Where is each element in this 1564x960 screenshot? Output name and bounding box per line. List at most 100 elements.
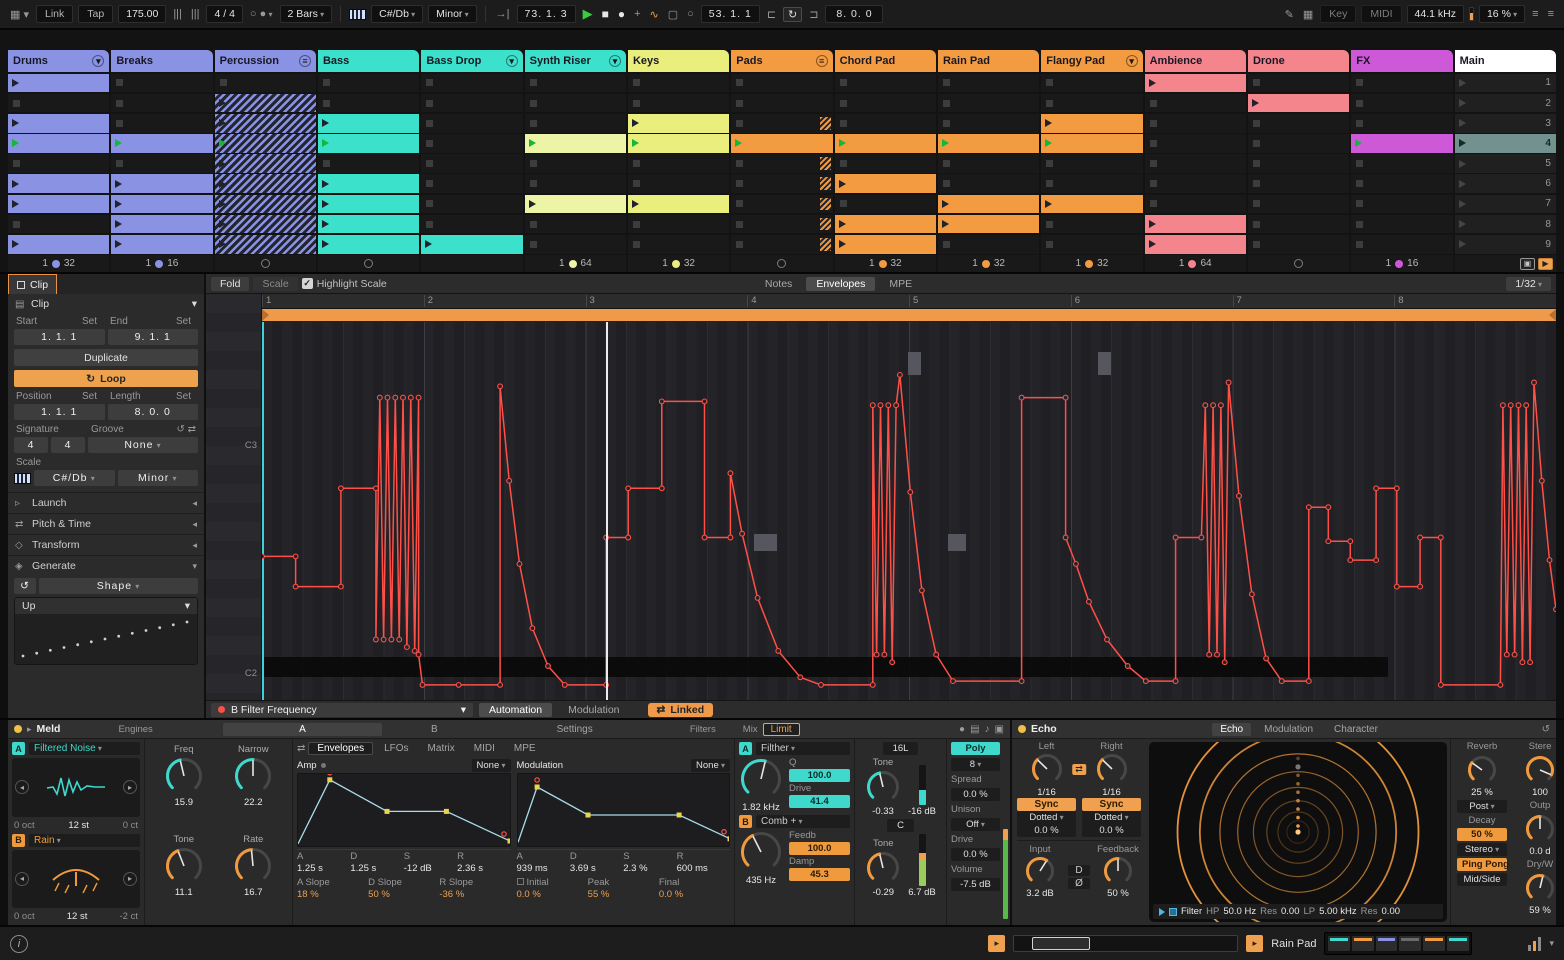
clip-play-icon[interactable] <box>12 240 19 249</box>
clip-slot[interactable] <box>111 194 213 214</box>
track-header[interactable]: Flangy Pad ▾ <box>1041 50 1143 72</box>
clip-stop-button[interactable] <box>529 160 537 168</box>
clip-slot[interactable] <box>1144 113 1246 133</box>
clip-slot[interactable] <box>214 73 316 93</box>
clip-stop-button[interactable] <box>736 119 744 127</box>
highlight-scale-checkbox[interactable]: ✓ <box>301 278 313 289</box>
clip-play-icon[interactable] <box>1251 99 1259 107</box>
device-chain-overview[interactable] <box>1324 932 1473 955</box>
clip-slot[interactable] <box>524 234 626 254</box>
tab-envelopes[interactable]: Envelopes <box>806 276 876 291</box>
clip-stop-button[interactable] <box>529 220 537 228</box>
midi-map-button[interactable]: MIDI <box>1361 5 1402 23</box>
clip-scale-root-select[interactable]: C#/Db <box>34 470 115 486</box>
clip-slot[interactable] <box>1247 113 1350 133</box>
track-header[interactable]: Drums ▾ <box>8 50 110 72</box>
clip-stop-button[interactable] <box>1356 119 1364 127</box>
clip-slot[interactable] <box>421 73 523 93</box>
device-thumbnail[interactable] <box>1352 936 1374 951</box>
stop-button[interactable]: ■ <box>600 7 611 21</box>
prev-engine-icon[interactable]: ◂ <box>15 871 29 886</box>
track-chevron-icon[interactable]: ▾ <box>505 55 518 67</box>
filter-b-freq-knob[interactable]: 435 Hz <box>739 830 783 886</box>
track-lines-icon[interactable]: ≡ <box>298 55 311 67</box>
device-scrollbar[interactable] <box>1013 935 1239 952</box>
tab-a[interactable]: A <box>222 722 383 736</box>
shape-tool-select[interactable]: Shape <box>39 578 198 594</box>
clip-stop-button[interactable] <box>1356 79 1364 87</box>
clip-slot[interactable] <box>524 134 626 153</box>
clip-stop-button[interactable] <box>942 99 950 107</box>
swap-icon[interactable]: ⇄ <box>297 743 305 754</box>
signature-numerator-field[interactable]: 4 <box>14 437 48 453</box>
cent-field[interactable]: 0 ct <box>123 820 138 831</box>
hp-freq-field[interactable]: 50.0 Hz <box>1223 906 1256 917</box>
clip-slot[interactable] <box>627 93 730 113</box>
clip-playing-icon[interactable] <box>1045 139 1053 148</box>
tempo-display[interactable]: 175.00 <box>118 5 167 23</box>
clip-stop-button[interactable] <box>1252 139 1260 147</box>
session-record-icon[interactable]: ○ <box>685 8 696 20</box>
echo-visualization[interactable]: Filter HP 50.0 Hz Res 0.00 LP 5.00 kHz R… <box>1149 742 1447 922</box>
clip-stop-button[interactable] <box>426 200 434 208</box>
clip-play-icon[interactable] <box>321 240 329 249</box>
section-launch[interactable]: ▹ Launch ◂ <box>8 492 204 513</box>
cent-field[interactable]: -2 ct <box>120 911 138 922</box>
clip-stop-button[interactable] <box>322 160 330 168</box>
clip-slot[interactable] <box>1041 134 1143 153</box>
sync-right-toggle[interactable]: Sync <box>1082 798 1141 811</box>
mod-target-select[interactable]: None <box>691 758 730 772</box>
record-button[interactable]: ● <box>616 7 627 21</box>
clip-play-icon[interactable] <box>528 199 536 208</box>
clip-slot[interactable] <box>834 73 936 93</box>
d-toggle[interactable]: D <box>1068 865 1090 876</box>
clip-slot[interactable] <box>111 214 213 234</box>
main-track-header[interactable]: Main <box>1454 50 1556 72</box>
decay-field[interactable]: 1.25 s <box>350 863 403 874</box>
clip-slot[interactable] <box>8 214 110 234</box>
clip-play-icon[interactable] <box>321 119 329 128</box>
keyboard-icon[interactable]: ▤ <box>970 724 979 735</box>
clip-stop-button[interactable] <box>1252 160 1260 168</box>
tab-matrix[interactable]: Matrix <box>420 743 463 754</box>
section-transform[interactable]: ◇ Transform ◂ <box>8 534 204 555</box>
semitone-field[interactable]: 12 st <box>68 820 89 831</box>
clip-slot[interactable] <box>627 154 730 173</box>
clip-slot[interactable] <box>1144 194 1246 214</box>
engine-b-select[interactable]: Rain <box>29 833 140 847</box>
scene-slot[interactable]: 1 <box>1454 73 1556 93</box>
clip-fold-icon[interactable]: ▸ <box>1246 935 1264 952</box>
clip-stop-button[interactable] <box>529 79 537 87</box>
clip-slot[interactable] <box>214 113 316 133</box>
clip-slot[interactable] <box>214 214 316 234</box>
collapsed-icon[interactable]: ◂ <box>192 540 197 551</box>
clip-stop-button[interactable] <box>1149 160 1157 168</box>
scene-play-icon[interactable] <box>1458 179 1466 188</box>
time-signature-display[interactable]: 4 / 4 <box>206 5 243 23</box>
q-field[interactable]: 100.0 <box>789 769 850 782</box>
clip-play-icon[interactable] <box>321 179 329 188</box>
info-icon[interactable]: i <box>10 934 28 953</box>
clip-play-icon[interactable] <box>218 199 226 208</box>
linked-toggle[interactable]: ⇄ Linked <box>647 702 714 717</box>
clip-slot[interactable] <box>731 214 833 234</box>
poly-mode-select[interactable]: Poly <box>951 742 1000 755</box>
stereo-link-toggle[interactable]: ⇄ <box>1072 764 1086 775</box>
hot-swap-groove-icon[interactable]: ⇄ <box>188 424 196 435</box>
clip-slot[interactable] <box>1351 194 1453 214</box>
track-header[interactable]: Synth Riser ▾ <box>524 50 626 72</box>
clip-slot[interactable] <box>731 194 833 214</box>
expanded-icon[interactable]: ▾ <box>192 561 197 572</box>
oct-field[interactable]: 0 oct <box>14 820 35 831</box>
clip-slot[interactable] <box>1247 234 1350 254</box>
rate-knob[interactable]: Rate 16.7 <box>233 834 273 898</box>
clip-slot[interactable] <box>731 93 833 113</box>
capture-midi-icon[interactable]: ▢ <box>666 8 680 21</box>
clip-slot[interactable] <box>1351 174 1453 194</box>
pan-b-field[interactable]: C <box>887 819 914 832</box>
clip-slot[interactable] <box>1041 73 1143 93</box>
scene-play-icon[interactable] <box>1458 240 1466 249</box>
clip-slot[interactable] <box>524 113 626 133</box>
set-length-button[interactable]: Set <box>176 391 196 402</box>
filter-a-selector[interactable]: A Filther <box>739 742 850 755</box>
